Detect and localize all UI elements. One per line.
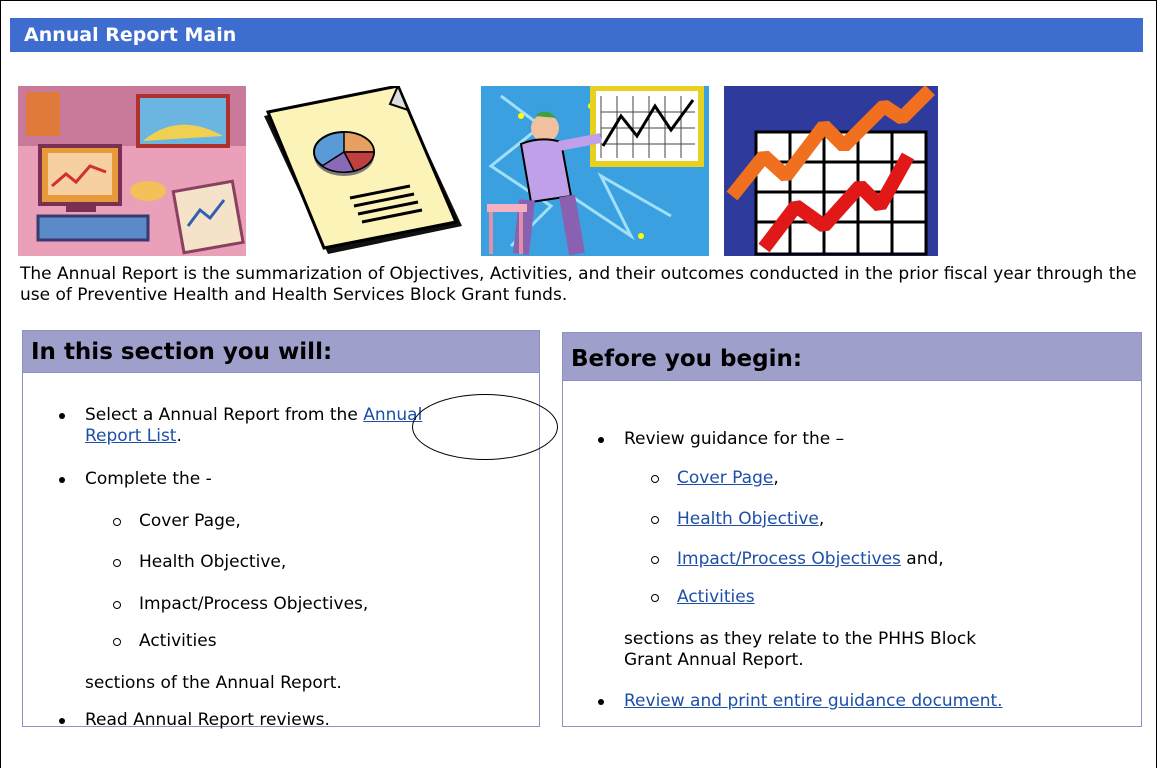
annual-report-list-link-cont[interactable]: Report List [85,426,176,446]
sub-list-item: Activities [113,631,217,651]
sub-list-item: Health Objective, [650,509,825,530]
health-objective-link[interactable]: Health Objective [677,509,819,529]
section-tasks-heading: In this section you will: [23,331,539,373]
link-suffix: and, [900,549,944,569]
sub-list-item: Activities [651,587,755,608]
sub-list-item: Health Objective, [112,552,287,572]
office-desk-clipart-icon [18,86,246,256]
sub-list-item: Impact/Process Objectives, [112,594,369,614]
sections-text: sections as they relate to the PHHS Bloc… [624,629,977,649]
list-item: Review guidance for the – [597,429,845,449]
presenter-chart-icon [481,86,709,256]
before-begin-heading: Before you begin: [563,333,1141,381]
cover-page-link[interactable]: Cover Page [677,468,773,488]
section-tasks-panel: In this section you will: [22,330,540,727]
page-title: Annual Report Main [10,18,1143,52]
print-guidance-link[interactable]: Review and print entire guidance documen… [624,691,1003,711]
impact-process-objectives-link[interactable]: Impact/Process Objectives [677,549,901,569]
sub-list-item: Impact/Process Objectives and, [651,549,944,570]
sub-list-item: Cover Page, [113,511,241,531]
pie-chart-document-icon [264,86,462,254]
sub-list-item: Cover Page, [651,468,779,489]
highlight-oval [412,394,558,460]
list-item: Complete the - [59,469,212,489]
list-item-continuation: Report List. [85,426,182,447]
list-item-text: Select a Annual Report from the [85,405,364,425]
sections-text: sections of the Annual Report. [85,673,342,693]
list-item: Select a Annual Report from the Annual [58,405,422,426]
intro-text: The Annual Report is the summarization o… [20,264,1137,305]
link-suffix: , [818,509,825,529]
rising-graph-icon [724,86,938,256]
list-item-suffix: . [176,426,182,446]
link-suffix: , [773,468,779,488]
list-item: Read Annual Report reviews. [59,710,330,730]
activities-link[interactable]: Activities [677,587,755,607]
sections-text: Grant Annual Report. [624,650,804,670]
list-item: Review and print entire guidance documen… [598,691,1003,712]
